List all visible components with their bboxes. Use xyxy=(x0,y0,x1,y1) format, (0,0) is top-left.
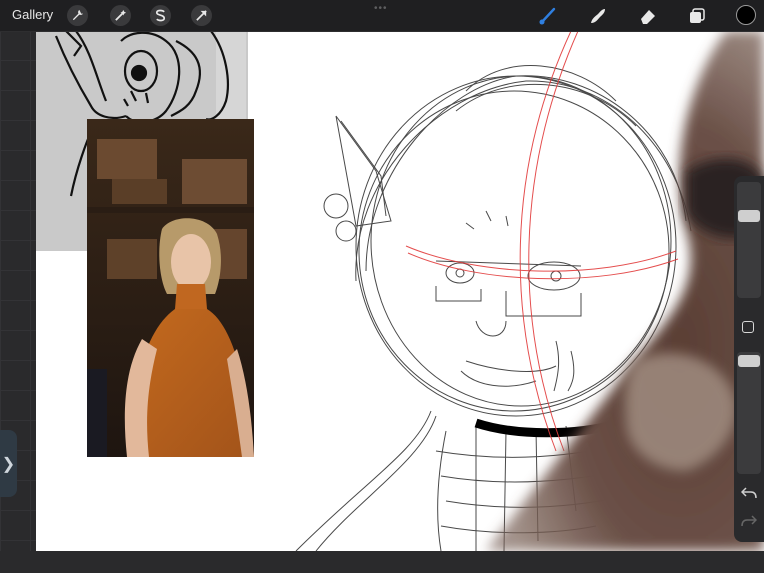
arrow-cursor-icon xyxy=(196,10,207,21)
gallery-button[interactable]: Gallery xyxy=(12,7,53,22)
modify-button[interactable] xyxy=(742,321,754,333)
selection-s-icon xyxy=(155,9,166,22)
wrench-icon xyxy=(72,9,84,21)
bottom-margin xyxy=(0,551,764,573)
actions-button[interactable] xyxy=(67,5,88,26)
brush-size-thumb[interactable] xyxy=(738,210,760,222)
transform-button[interactable] xyxy=(191,5,212,26)
adjustments-button[interactable] xyxy=(110,5,131,26)
eraser-icon[interactable] xyxy=(638,6,658,26)
top-toolbar: Gallery ••• xyxy=(0,0,764,32)
drawing-canvas[interactable] xyxy=(36,31,764,551)
brush-size-slider[interactable] xyxy=(737,182,761,298)
redo-icon[interactable] xyxy=(741,514,757,528)
color-swatch[interactable] xyxy=(736,5,756,25)
brush-icon[interactable] xyxy=(538,6,558,26)
selection-button[interactable] xyxy=(150,5,171,26)
brown-hair-shape xyxy=(486,31,764,551)
layers-icon[interactable] xyxy=(687,6,707,26)
side-panel-toggle[interactable]: ❯ xyxy=(0,430,17,497)
opacity-slider[interactable] xyxy=(737,352,761,474)
drag-handle[interactable]: ••• xyxy=(374,3,388,14)
brush-sidebar xyxy=(734,176,764,542)
undo-icon[interactable] xyxy=(741,486,757,500)
magic-wand-icon xyxy=(115,9,127,21)
chevron-right-icon: ❯ xyxy=(1,455,16,473)
smudge-icon[interactable] xyxy=(588,6,608,26)
opacity-thumb[interactable] xyxy=(738,355,760,367)
